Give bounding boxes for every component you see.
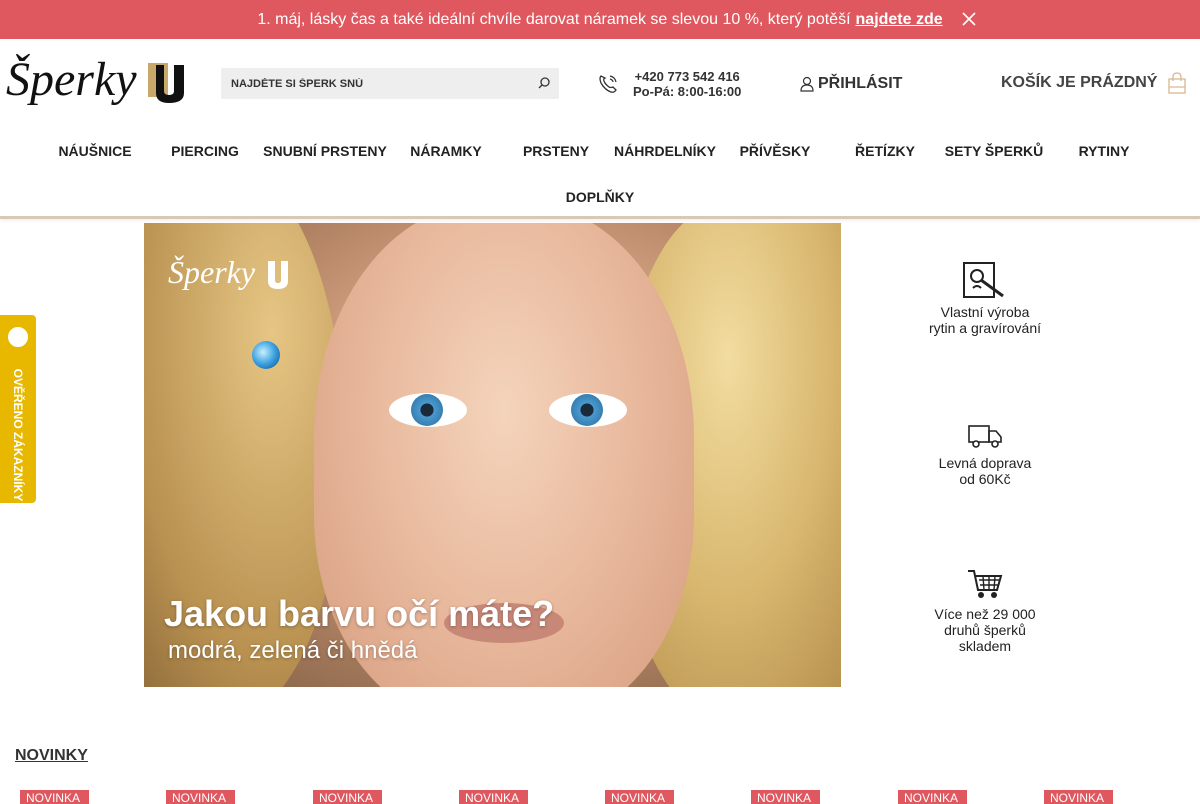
product-tag: NOVINKA bbox=[1044, 790, 1113, 804]
brand-logo[interactable]: Šperky bbox=[6, 43, 196, 123]
search-icon[interactable] bbox=[537, 76, 551, 90]
feature-shipping-line1: Levná doprava bbox=[938, 455, 1032, 471]
cart-icon bbox=[968, 570, 1003, 598]
feature-engraving-line2: rytin a gravírování bbox=[928, 320, 1042, 336]
engraving-icon bbox=[963, 262, 1004, 298]
product-tag: NOVINKA bbox=[751, 790, 820, 804]
product-tag: NOVINKA bbox=[313, 790, 382, 804]
user-icon bbox=[800, 76, 814, 92]
product-tag: NOVINKA bbox=[898, 790, 967, 804]
nav-item-sety-sperku[interactable]: SETY ŠPERKŮ bbox=[945, 143, 1044, 159]
feature-shipping: Levná doprava od 60Kč bbox=[905, 423, 1065, 487]
login-link[interactable]: PŘIHLÁSIT bbox=[800, 73, 902, 95]
main-navigation: NÁUŠNICE PIERCING SNUBNÍ PRSTENY NÁRAMKY… bbox=[0, 127, 1200, 219]
banner-logo: Šperky bbox=[168, 254, 288, 290]
verified-seal-icon bbox=[6, 325, 30, 349]
nav-item-rytiny[interactable]: RYTINY bbox=[1079, 143, 1130, 159]
verified-customers-badge[interactable]: OVĚŘENO ZÁKAZNÍKY bbox=[0, 315, 36, 503]
contact-info: +420 773 542 416 Po-Pá: 8:00-16:00 bbox=[597, 69, 747, 101]
product-tag: NOVINKA bbox=[166, 790, 235, 804]
phone-number[interactable]: +420 773 542 416 bbox=[633, 69, 741, 84]
opening-hours: Po-Pá: 8:00-16:00 bbox=[633, 84, 742, 99]
feature-shipping-line2: od 60Kč bbox=[959, 471, 1011, 487]
product-tag: NOVINKA bbox=[605, 790, 674, 804]
banner-earring bbox=[252, 341, 280, 369]
banner-eye-left bbox=[389, 393, 467, 427]
nav-item-retizky[interactable]: ŘETÍZKY bbox=[855, 143, 915, 159]
nav-item-piercing[interactable]: PIERCING bbox=[171, 143, 239, 159]
nav-item-doplnky[interactable]: DOPLŇKY bbox=[566, 189, 634, 205]
nav-item-nahrdelniky[interactable]: NÁHRDELNÍKY bbox=[614, 143, 716, 159]
feature-stock-line2: druhů šperků bbox=[944, 622, 1026, 638]
announcement-link[interactable]: najdete zde bbox=[856, 11, 943, 29]
feature-engraving-line1: Vlastní výroba bbox=[940, 304, 1030, 320]
cart-label: KOŠÍK JE PRÁZDNÝ bbox=[1001, 74, 1158, 91]
banner-headline: Jakou barvu očí máte? bbox=[164, 593, 555, 634]
feature-stock: Více než 29 000 druhů šperků skladem bbox=[905, 568, 1065, 654]
search-box bbox=[221, 68, 559, 99]
shopping-bag-icon bbox=[1168, 72, 1187, 94]
svg-text:Šperky: Šperky bbox=[6, 52, 137, 106]
phone-icon bbox=[599, 75, 617, 93]
hero-banner[interactable]: Šperky Jakou barvu očí máte? modrá, zele… bbox=[144, 223, 841, 687]
feature-stock-line1: Více než 29 000 bbox=[934, 606, 1036, 622]
nav-item-prsteny[interactable]: PRSTENY bbox=[523, 143, 589, 159]
banner-subline: modrá, zelená či hnědá bbox=[168, 637, 418, 664]
announcement-bar: 1. máj, lásky čas a také ideální chvíle … bbox=[0, 0, 1200, 39]
cart-link[interactable]: KOŠÍK JE PRÁZDNÝ bbox=[1001, 72, 1187, 94]
announcement-text: 1. máj, lásky čas a také ideální chvíle … bbox=[257, 10, 851, 28]
svg-text:Šperky: Šperky bbox=[168, 254, 256, 290]
feature-stock-line3: skladem bbox=[958, 638, 1012, 654]
verified-badge-label: OVĚŘENO ZÁKAZNÍKY bbox=[11, 368, 25, 502]
feature-engraving: Vlastní výroba rytin a gravírování bbox=[905, 262, 1065, 336]
nav-item-naramky[interactable]: NÁRAMKY bbox=[410, 143, 482, 159]
product-tag: NOVINKA bbox=[20, 790, 89, 804]
nav-item-snubni-prsteny[interactable]: SNUBNÍ PRSTENY bbox=[263, 143, 387, 159]
close-icon[interactable] bbox=[960, 10, 978, 28]
product-tag: NOVINKA bbox=[459, 790, 528, 804]
nav-item-nausnice[interactable]: NÁUŠNICE bbox=[58, 143, 131, 159]
truck-icon bbox=[968, 425, 1002, 448]
banner-eye-right bbox=[549, 393, 627, 427]
search-input[interactable] bbox=[221, 68, 521, 99]
login-label: PŘIHLÁSIT bbox=[818, 75, 903, 92]
section-title-novinky[interactable]: NOVINKY bbox=[15, 747, 88, 765]
site-header: Šperky +420 773 542 416 Po-Pá: 8:00-16:0… bbox=[0, 39, 1200, 127]
nav-item-privesky[interactable]: PŘÍVĚSKY bbox=[740, 143, 811, 159]
